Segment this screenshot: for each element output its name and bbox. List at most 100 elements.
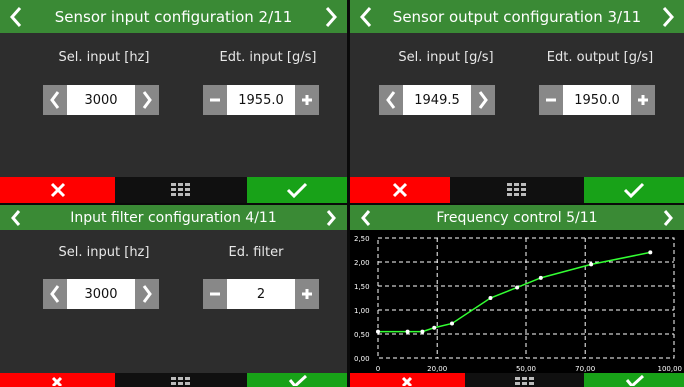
chevron-left-icon <box>386 91 396 109</box>
x-tick-label: 50,00 <box>516 365 536 373</box>
chevron-left-icon <box>361 209 371 226</box>
confirm-button[interactable] <box>247 373 347 387</box>
increment-button[interactable] <box>631 85 655 115</box>
close-icon <box>401 376 412 386</box>
check-icon <box>625 374 645 386</box>
chart-svg: 0,00 0,50 1,00 1,50 2,00 2,50 0 20,00 50,00 70,00… <box>354 235 683 373</box>
data-point <box>515 285 520 290</box>
grid-menu-icon <box>171 183 190 196</box>
data-point <box>405 329 410 334</box>
frequency-control-panel: Frequency control 5/11 0,00 0,50 1,00 1,50 2… <box>350 205 684 387</box>
next-page-button[interactable] <box>317 0 345 33</box>
panel-title: Input filter configuration 4/11 <box>70 209 277 226</box>
data-point <box>376 329 380 334</box>
menu-button[interactable] <box>465 373 584 387</box>
chevron-right-icon <box>142 91 152 109</box>
minus-icon <box>210 292 220 296</box>
check-icon <box>286 182 308 198</box>
edt-output-value[interactable]: 1950.0 <box>563 85 631 115</box>
edt-input-stepper: 1955.0 <box>203 85 319 115</box>
x-tick-label: 100,00 <box>658 365 683 373</box>
menu-button[interactable] <box>115 177 247 203</box>
panel-titlebar: Input filter configuration 4/11 <box>0 205 347 230</box>
panel-titlebar: Frequency control 5/11 <box>350 205 684 230</box>
data-point <box>488 296 493 300</box>
check-icon <box>623 182 645 198</box>
cancel-button[interactable] <box>350 373 465 387</box>
y-tick-label: 1,50 <box>354 283 370 291</box>
sel-input-value[interactable]: 3000 <box>67 85 135 115</box>
sel-input-selector: 3000 <box>43 85 159 115</box>
decrement-button[interactable] <box>539 85 563 115</box>
ed-filter-value[interactable]: 2 <box>227 279 295 309</box>
chevron-right-icon <box>663 209 673 226</box>
decrement-button[interactable] <box>203 279 227 309</box>
confirm-button[interactable] <box>247 177 347 203</box>
increment-button[interactable] <box>295 85 319 115</box>
data-point <box>589 262 594 267</box>
menu-button[interactable] <box>115 373 247 387</box>
panel-footer <box>0 373 347 387</box>
prev-value-button[interactable] <box>43 279 67 309</box>
y-tick-label: 1,00 <box>354 307 370 315</box>
x-tick-label: 20,00 <box>427 365 447 373</box>
cancel-button[interactable] <box>0 373 115 387</box>
prev-page-button[interactable] <box>2 205 30 230</box>
cancel-button[interactable] <box>350 177 450 203</box>
close-icon <box>51 376 62 386</box>
edt-output-label: Edt. output [g/s] <box>546 50 654 65</box>
prev-page-button[interactable] <box>2 0 30 33</box>
next-value-button[interactable] <box>471 85 495 115</box>
x-tick-label: 70,00 <box>575 365 595 373</box>
chevron-left-icon <box>11 209 21 226</box>
grid-menu-icon <box>507 183 526 196</box>
data-point <box>648 250 653 255</box>
frequency-chart[interactable]: 0,00 0,50 1,00 1,50 2,00 2,50 0 20,00 50,00 70,00… <box>350 230 684 373</box>
data-point <box>450 321 454 326</box>
increment-button[interactable] <box>295 279 319 309</box>
chevron-left-icon <box>50 91 60 109</box>
y-tick-label: 0,50 <box>354 331 370 339</box>
panel-titlebar: Sensor output configuration 3/11 <box>350 0 684 33</box>
edt-input-value[interactable]: 1955.0 <box>227 85 295 115</box>
sel-input-value[interactable]: 1949.5 <box>403 85 471 115</box>
menu-button[interactable] <box>450 177 584 203</box>
confirm-button[interactable] <box>584 373 684 387</box>
panel-footer <box>0 177 347 203</box>
sel-input-label: Sel. input [hz] <box>58 245 150 260</box>
y-tick-label: 2,00 <box>354 259 370 267</box>
panel-title: Frequency control 5/11 <box>436 209 598 226</box>
panel-titlebar: Sensor input configuration 2/11 <box>0 0 347 33</box>
prev-value-button[interactable] <box>43 85 67 115</box>
next-value-button[interactable] <box>135 85 159 115</box>
plus-icon <box>638 95 648 105</box>
chevron-right-icon <box>142 285 152 303</box>
ed-filter-stepper: 2 <box>203 279 319 309</box>
sel-input-value[interactable]: 3000 <box>67 279 135 309</box>
prev-page-button[interactable] <box>352 205 380 230</box>
cancel-button[interactable] <box>0 177 115 203</box>
prev-value-button[interactable] <box>379 85 403 115</box>
plus-icon <box>302 289 312 299</box>
sensor-input-panel: Sensor input configuration 2/11 Sel. inp… <box>0 0 347 203</box>
next-page-button[interactable] <box>317 205 345 230</box>
next-page-button[interactable] <box>654 0 682 33</box>
confirm-button[interactable] <box>584 177 684 203</box>
data-point <box>538 275 543 280</box>
panel-title: Sensor input configuration 2/11 <box>54 7 293 26</box>
input-filter-panel: Input filter configuration 4/11 Sel. inp… <box>0 205 347 387</box>
prev-page-button[interactable] <box>352 0 380 33</box>
next-page-button[interactable] <box>654 205 682 230</box>
minus-icon <box>210 98 220 102</box>
next-value-button[interactable] <box>135 279 159 309</box>
chevron-left-icon <box>359 6 372 27</box>
sel-input-selector: 1949.5 <box>379 85 495 115</box>
edt-input-label: Edt. input [g/s] <box>219 50 317 65</box>
x-tick-label: 0 <box>376 365 380 373</box>
chevron-right-icon <box>662 6 675 27</box>
check-icon <box>288 374 308 386</box>
sel-input-label: Sel. input [hz] <box>58 50 150 65</box>
decrement-button[interactable] <box>203 85 227 115</box>
chevron-left-icon <box>50 285 60 303</box>
panel-footer <box>350 177 684 203</box>
